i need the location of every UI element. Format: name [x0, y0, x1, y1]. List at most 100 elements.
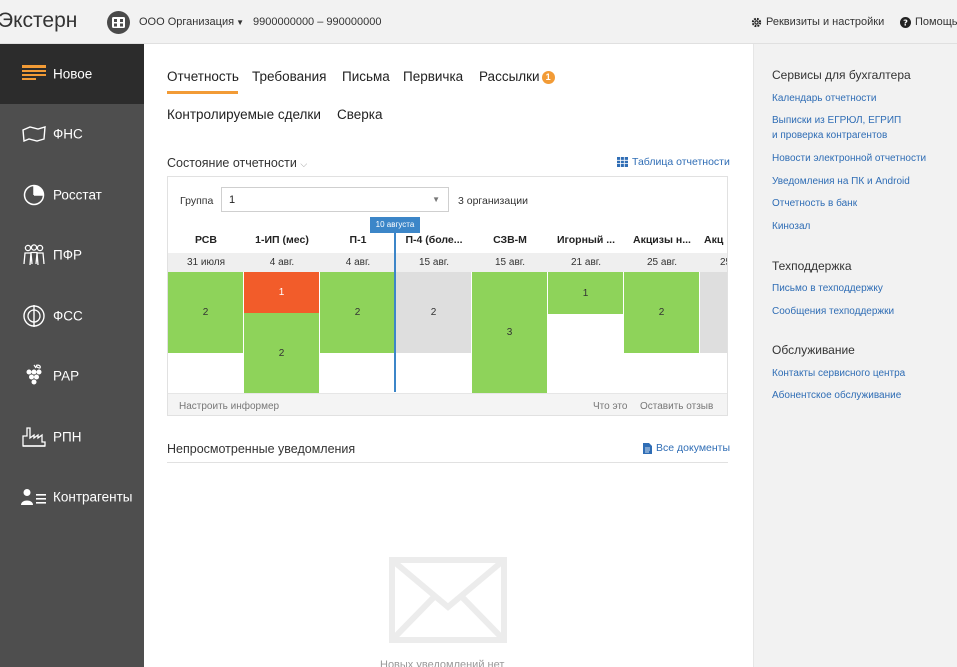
sidebar-item-contractors[interactable]: Контрагенты	[0, 467, 144, 527]
status-cell-gambling[interactable]: 1	[548, 272, 623, 314]
sidebar-item-label: РПН	[53, 429, 82, 445]
mailings-badge: 1	[541, 71, 555, 84]
pie-chart-icon	[21, 183, 47, 207]
link-support-letter[interactable]: Письмо в техподдержку	[772, 281, 883, 296]
column-header[interactable]: П-4 (боле...	[396, 234, 472, 246]
column-header[interactable]: Игорный ...	[548, 234, 624, 246]
contractors-icon	[21, 485, 47, 509]
link-service-center-contacts[interactable]: Контакты сервисного центра	[772, 366, 905, 381]
top-bar: Экстерн ООО Организация ▼ 9900000000 – 99…	[0, 0, 957, 44]
sidebar-item-rpn[interactable]: РПН	[0, 407, 144, 467]
reporting-informer: Группа 1 ▼ 3 организации РСВ 1-ИП (мес) П…	[167, 176, 728, 416]
all-documents-link[interactable]: Все документы	[643, 442, 730, 454]
tab-label: Рассылки	[479, 69, 540, 84]
help-label: Помощь	[915, 16, 957, 28]
link-support-messages[interactable]: Сообщения техподдержки	[772, 304, 894, 319]
group-label: Группа	[180, 195, 214, 207]
chevron-down-icon: ⌵	[300, 159, 308, 169]
column-date: 25	[720, 257, 727, 268]
tab-controlled-deals[interactable]: Контролируемые сделки	[167, 107, 321, 122]
link-contractor-check[interactable]: и проверка контрагентов	[772, 128, 887, 143]
sidebar-item-label: Контрагенты	[53, 489, 133, 505]
sidebar-item-fss[interactable]: ФСС	[0, 286, 144, 346]
inn-kpp: 9900000000 – 990000000	[253, 16, 382, 28]
sidebar-item-rosstat[interactable]: Росстат	[0, 165, 144, 225]
tab-reconciliation[interactable]: Сверка	[337, 107, 383, 122]
divider	[167, 462, 728, 463]
status-cell-1ip-error[interactable]: 1	[244, 272, 319, 313]
what-is-this-link[interactable]: Что это	[593, 401, 627, 412]
link-e-reporting-news[interactable]: Новости электронной отчетности	[772, 151, 926, 166]
link-reporting-calendar[interactable]: Календарь отчетности	[772, 91, 876, 106]
help-link[interactable]: ? Помощь	[900, 16, 957, 28]
sidebar-item-label: ПФР	[53, 247, 82, 263]
group-select[interactable]: 1 ▼	[221, 187, 449, 212]
column-date: 15 авг.	[419, 257, 449, 268]
table-icon	[617, 157, 628, 167]
factory-icon	[21, 425, 47, 449]
leave-feedback-link[interactable]: Оставить отзыв	[640, 401, 713, 412]
column-date: 21 авг.	[571, 257, 601, 268]
status-cell-szvm[interactable]: 3	[472, 272, 547, 393]
today-marker-badge: 10 августа	[370, 217, 420, 233]
organization-selector[interactable]: ООО Организация ▼	[139, 16, 244, 28]
envelope-icon	[389, 557, 507, 643]
column-date: 15 авг.	[495, 257, 525, 268]
column-header[interactable]: СЗВ-М	[472, 234, 548, 246]
column-header[interactable]: П-1	[320, 234, 396, 246]
column-date: 4 авг.	[345, 257, 371, 268]
sidebar-item-pfr[interactable]: ПФР	[0, 225, 144, 285]
settings-link[interactable]: Реквизиты и настройки	[751, 16, 884, 28]
group-select-value: 1	[229, 194, 236, 206]
help-icon: ?	[900, 16, 911, 28]
status-cell-rsv[interactable]: 2	[168, 272, 243, 353]
column-header[interactable]: РСВ	[168, 234, 244, 246]
sidebar-item-new[interactable]: Новое	[0, 44, 144, 104]
column-header[interactable]: 1-ИП (мес)	[244, 234, 320, 246]
status-cell-excise[interactable]: 2	[624, 272, 699, 353]
empty-notifications-text: Новых уведомлений нет	[380, 659, 505, 667]
sidebar-item-rar[interactable]: РАР	[0, 346, 144, 406]
link-egrul-extracts[interactable]: Выписки из ЕГРЮЛ, ЕГРИП	[772, 113, 901, 128]
gear-icon	[751, 17, 762, 27]
sidebar-item-label: ФСС	[53, 308, 83, 324]
tab-reporting[interactable]: Отчетность	[167, 69, 239, 84]
link-bank-reporting[interactable]: Отчетность в банк	[772, 196, 857, 211]
tab-primary-docs[interactable]: Первичка	[403, 69, 463, 84]
status-cell-p4[interactable]: 2	[396, 272, 471, 353]
all-documents-label: Все документы	[656, 442, 731, 454]
status-cell-p1[interactable]: 2	[320, 272, 395, 353]
people-icon	[21, 243, 47, 267]
reporting-table-link[interactable]: Таблица отчетности	[617, 156, 730, 168]
table-link-label: Таблица отчетности	[632, 156, 730, 168]
fss-icon	[21, 304, 47, 328]
status-cell-1ip[interactable]: 2	[244, 313, 319, 393]
sidebar-item-fns[interactable]: ФНС	[0, 104, 144, 164]
column-header[interactable]: Акцизы н...	[624, 234, 700, 246]
link-cinema-hall[interactable]: Кинозал	[772, 219, 810, 234]
section-title-accountant-services: Сервисы для бухгалтера	[772, 68, 911, 82]
link-subscriber-service[interactable]: Абонентское обслуживание	[772, 388, 901, 403]
column-date: 4 авг.	[269, 257, 295, 268]
link-pc-android-notifications[interactable]: Уведомления на ПК и Android	[772, 174, 910, 189]
svg-text:?: ?	[903, 17, 908, 27]
status-cell-excise-2[interactable]	[700, 272, 727, 353]
tab-requirements[interactable]: Требования	[252, 69, 326, 84]
notifications-title: Непросмотренные уведомления	[167, 442, 356, 456]
column-header[interactable]: Акц	[704, 234, 727, 246]
app-logo[interactable]: Экстерн	[0, 9, 77, 33]
chevron-down-icon: ▼	[236, 18, 244, 27]
news-icon	[21, 62, 47, 86]
active-tab-underline	[167, 91, 238, 94]
organization-icon[interactable]	[107, 11, 130, 34]
sidebar: Новое ФНС Росстат ПФР ФСС РАР РПН Контра…	[0, 44, 144, 667]
reporting-status-dropdown[interactable]: Состояние отчетности ⌵	[167, 156, 307, 170]
sidebar-item-label: РАР	[53, 368, 80, 384]
informer-footer: Настроить информер Что это Оставить отзы…	[168, 393, 727, 415]
tab-letters[interactable]: Письма	[342, 69, 390, 84]
organization-name: ООО Организация	[139, 16, 235, 28]
grapes-icon	[21, 364, 47, 388]
configure-informer-link[interactable]: Настроить информер	[179, 401, 279, 412]
document-icon	[643, 442, 652, 454]
tab-mailings[interactable]: Рассылки 1	[479, 69, 555, 84]
